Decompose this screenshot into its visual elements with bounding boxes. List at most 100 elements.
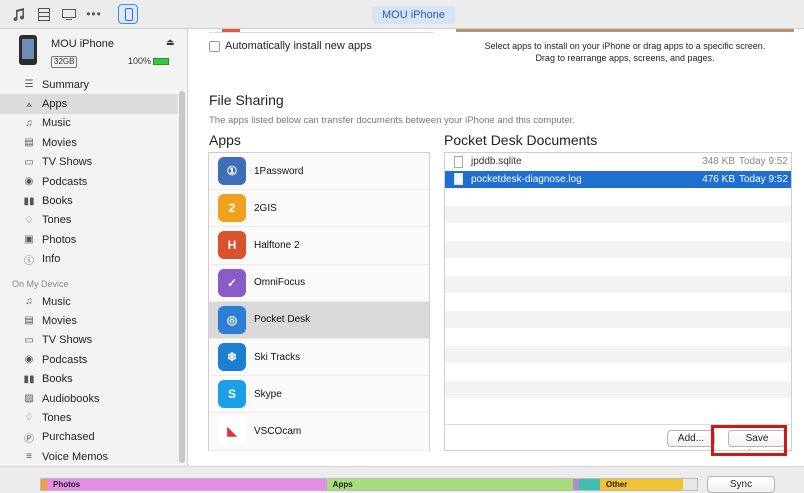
add-button[interactable]: Add... [667,430,715,447]
sidebar: MOU iPhone ⏏ 32GB 100% ☰ Summary ⟑ Apps ♫ Mus… [0,29,188,466]
camera-icon: ▣ [24,234,34,246]
documents-column-title: Pocket Desk Documents [444,132,598,148]
music-icon: ♫ [25,296,33,308]
capacity-segment: Photos [47,479,327,490]
auto-install-checkbox[interactable] [209,40,220,52]
sidebar-item-label: Audiobooks [42,392,100,405]
bell-icon: ♢ [24,214,34,226]
sidebar-scrollbar[interactable] [179,91,185,463]
capacity-bar: Photos Apps Other [40,478,698,491]
sidebar-item-tones[interactable]: ♢ Tones [0,408,178,427]
document-row[interactable]: pocketdesk-diagnose.log 476 KB Today 9:52 [445,170,791,188]
music-icon: ♫ [25,117,33,129]
apps-column-title: Apps [209,132,241,148]
sidebar-item-label: Music [42,117,71,130]
capacity-badge: 32GB [51,56,78,68]
app-preview-strip [222,29,240,32]
sidebar-item-label: Movies [42,314,77,327]
app-row[interactable]: ❄ Ski Tracks [209,338,429,377]
sidebar-item-books[interactable]: ▮▮ Books [0,191,178,210]
app-label: 1Password [254,165,304,177]
app-row[interactable]: ◎ Pocket Desk [209,301,429,339]
app-label: VSCOcam [254,425,302,437]
home-screens-preview[interactable] [456,29,794,32]
app-row[interactable]: S Skype [209,376,429,414]
device-header[interactable]: MOU iPhone ⏏ 32GB 100% [0,29,187,73]
screens-note-line2: Drag to rearrange apps, screens, and pag… [535,53,715,63]
2gis-icon: 2 [218,194,246,223]
books-icon: ▮▮ [23,373,35,385]
sidebar-item-label: Books [42,373,73,386]
sidebar-item-books[interactable]: ▮▮ Books [0,369,178,388]
sidebar-item-movies[interactable]: ▤ Movies [0,311,178,330]
sidebar-item-summary[interactable]: ☰ Summary [0,75,178,94]
sidebar-item-music[interactable]: ♫ Music [0,114,178,133]
sidebar-item-info[interactable]: ⓘ Info [0,250,178,269]
document-file-icon [454,155,463,168]
sidebar-item-tones[interactable]: ♢ Tones [0,211,178,230]
podcasts-icon: ◉ [24,354,34,366]
empty-document-row [445,293,791,311]
purchased-icon: Ⓟ [24,433,34,445]
capacity-segment-label: Apps [332,480,353,489]
eject-icon[interactable]: ⏏ [166,37,175,48]
film-icon[interactable] [35,6,53,22]
auto-install-option[interactable]: Automatically install new apps [209,40,372,52]
sidebar-item-podcasts[interactable]: ◉ Podcasts [0,172,178,191]
device-pill[interactable]: MOU iPhone [372,6,455,24]
app-row[interactable]: ✓ OmniFocus [209,264,429,302]
sidebar-item-apps[interactable]: ⟑ Apps [0,94,178,114]
sidebar-item-label: Tones [42,411,72,424]
app-label: OmniFocus [254,277,306,289]
sidebar-item-voice-memos[interactable]: ≡ Voice Memos [0,447,178,466]
toolbar: ••• MOU iPhone [0,0,804,29]
sync-button[interactable]: Sync [707,476,775,493]
sidebar-item-podcasts[interactable]: ◉ Podcasts [0,350,178,369]
books-icon: ▮▮ [23,195,35,207]
sidebar-item-label: Summary [42,78,90,91]
apps-icon: ⟑ [25,98,33,110]
document-row[interactable]: jpddb.sqlite 348 KB Today 9:52 [445,153,791,171]
document-date: Today 9:52 [739,173,788,185]
device-name: MOU iPhone [51,38,114,50]
app-row[interactable]: ① 1Password [209,153,429,191]
capacity-segment [578,479,601,490]
sidebar-item-purchased[interactable]: Ⓟ Purchased [0,428,178,447]
app-row[interactable]: ◣ VSCOcam [209,413,429,451]
empty-document-row [445,328,791,346]
sidebar-item-label: Photos [42,233,77,246]
app-row[interactable]: 2 2GIS [209,190,429,228]
pocket-desk-icon: ◎ [218,305,246,334]
bell-icon: ♢ [24,412,34,424]
sidebar-item-label: Purchased [42,431,95,444]
sidebar-item-label: Movies [42,136,77,149]
main-content: Automatically install new apps Select ap… [189,29,804,466]
sidebar-item-tv-shows[interactable]: ▭ TV Shows [0,153,178,172]
sidebar-item-tv-shows[interactable]: ▭ TV Shows [0,331,178,350]
sidebar-item-label: Music [42,295,71,308]
documents-rows: jpddb.sqlite 348 KB Today 9:52 pocketdesk-d… [445,153,791,416]
voice-memos-icon: ≡ [26,451,32,463]
sidebar-item-audiobooks[interactable]: ▨ Audiobooks [0,389,178,408]
app-row[interactable]: H Halftone 2 [209,227,429,265]
more-icon[interactable]: ••• [85,6,103,22]
sidebar-item-label: TV Shows [42,156,93,169]
sidebar-item-music[interactable]: ♫ Music [0,292,178,311]
music-icon[interactable] [10,6,28,22]
file-sharing-app-list: ① 1Password 2 2GIS H Halftone 2 ✓ OmniFocus ◎ Poc… [208,152,430,451]
screens-note-line1: Select apps to install on your iPhone or… [484,41,766,51]
sidebar-item-photos[interactable]: ▣ Photos [0,230,178,249]
save-button-highlight [711,425,787,456]
podcasts-icon: ◉ [24,176,34,188]
vscocam-icon: ◣ [218,417,246,446]
sidebar-item-movies[interactable]: ▤ Movies [0,133,178,152]
audiobooks-icon: ▨ [24,393,34,405]
tv-icon[interactable] [60,6,78,22]
iphone-icon[interactable] [118,4,138,24]
sidebar-item-label: TV Shows [42,334,93,347]
auto-install-label: Automatically install new apps [225,40,372,52]
sidebar-list: ☰ Summary ⟑ Apps ♫ Music ▤ Movies ▭ TV Shows ◉ Podc… [0,75,178,466]
top-divider [209,29,434,33]
empty-document-row [445,240,791,258]
movies-icon: ▤ [24,137,34,149]
